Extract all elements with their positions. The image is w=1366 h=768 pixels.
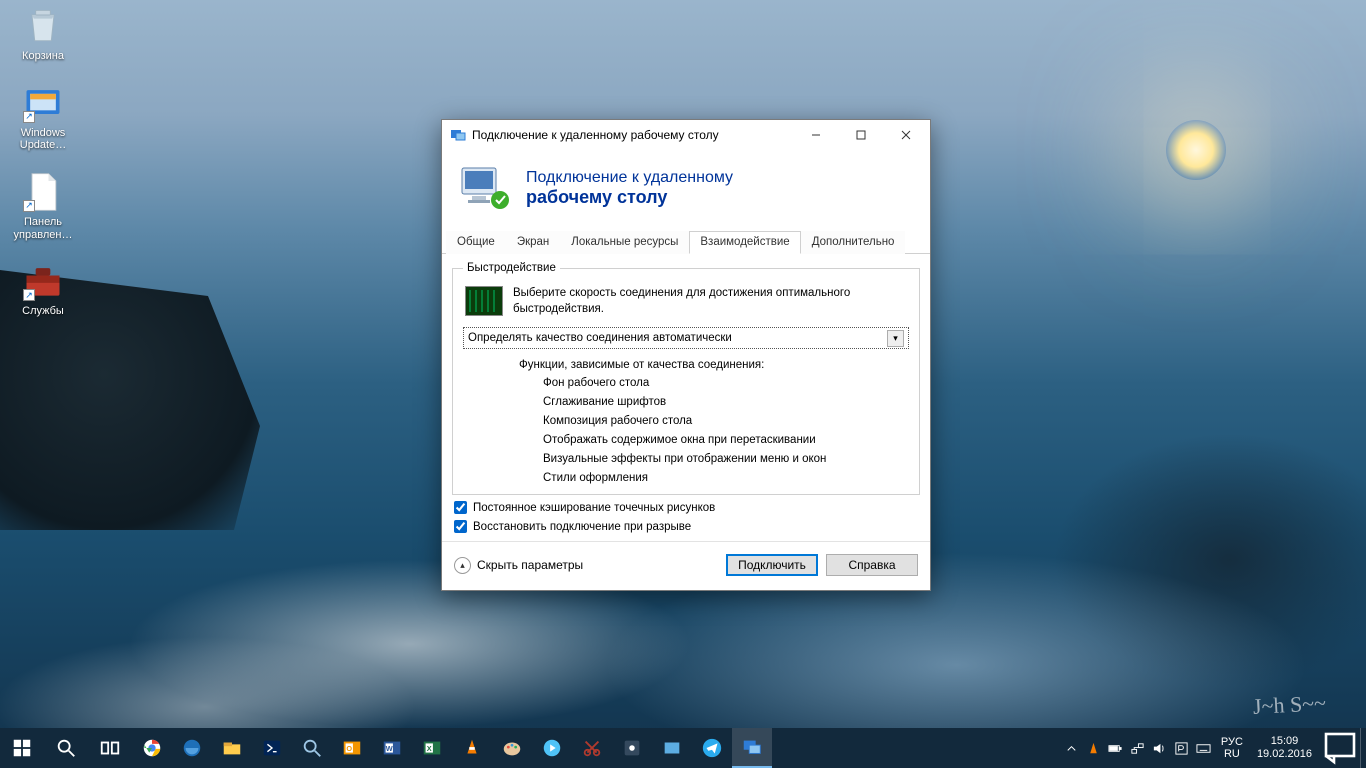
taskbar-app-word[interactable]: W	[372, 728, 412, 768]
taskbar-app-vlc[interactable]	[452, 728, 492, 768]
desktop-icon-control-panel[interactable]: ↗ Панель управлен…	[4, 170, 82, 241]
lang-top: РУС	[1221, 736, 1243, 748]
tab-content: Быстродействие Выберите скорость соедине…	[442, 254, 930, 541]
show-desktop-button[interactable]	[1360, 728, 1366, 768]
taskbar: O W X РУС RU 15:09 19.02.2016	[0, 728, 1366, 768]
tab-general[interactable]: Общие	[446, 231, 506, 254]
checkbox-input[interactable]	[454, 520, 467, 533]
help-button[interactable]: Справка	[826, 554, 918, 576]
taskbar-app-snipping[interactable]	[572, 728, 612, 768]
performance-group: Быстродействие Выберите скорость соедине…	[452, 262, 920, 495]
close-button[interactable]	[883, 121, 928, 150]
function-item: Визуальные эффекты при отображении меню …	[543, 453, 909, 465]
checkbox-reconnect[interactable]: Восстановить подключение при разрыве	[452, 520, 920, 533]
tab-display[interactable]: Экран	[506, 231, 560, 254]
svg-text:X: X	[427, 744, 432, 753]
taskbar-app-outlook[interactable]: O	[332, 728, 372, 768]
start-button[interactable]	[0, 728, 44, 768]
svg-text:W: W	[386, 744, 393, 753]
function-item: Отображать содержимое окна при перетаски…	[543, 434, 909, 446]
taskbar-app-chrome[interactable]	[132, 728, 172, 768]
group-legend: Быстродействие	[463, 262, 560, 274]
desktop-icon-windows-update[interactable]: ↗ Windows Update…	[4, 81, 82, 152]
taskbar-app-settings[interactable]	[612, 728, 652, 768]
header-line2: рабочему столу	[526, 187, 733, 208]
svg-text:O: O	[346, 744, 352, 753]
desktop-icon-services[interactable]: ↗ Службы	[4, 259, 82, 318]
action-center-button[interactable]	[1320, 728, 1360, 768]
chevron-up-icon: ▴	[454, 557, 471, 574]
rdp-dialog: Подключение к удаленному рабочему столу …	[441, 119, 931, 591]
window-title: Подключение к удаленному рабочему столу	[472, 128, 793, 142]
titlebar[interactable]: Подключение к удаленному рабочему столу	[442, 120, 930, 150]
checkbox-label: Восстановить подключение при разрыве	[473, 521, 691, 533]
tray-inputmethod-icon[interactable]	[1171, 728, 1193, 768]
combo-value: Определять качество соединения автоматич…	[468, 332, 732, 344]
desktop-icon-label: Корзина	[22, 50, 64, 63]
header-line1: Подключение к удаленному	[526, 169, 733, 187]
checkbox-label: Постоянное кэширование точечных рисунков	[473, 502, 715, 514]
desktop-icon-label: Службы	[22, 305, 64, 318]
taskbar-app-ie[interactable]	[172, 728, 212, 768]
performance-text: Выберите скорость соединения для достиже…	[513, 286, 907, 317]
tray-volume-icon[interactable]	[1149, 728, 1171, 768]
function-item: Фон рабочего стола	[543, 377, 909, 389]
desktop-icons: Корзина ↗ Windows Update… ↗ Панель управ…	[4, 4, 82, 318]
recycle-bin-icon	[21, 4, 65, 48]
clock[interactable]: 15:09 19.02.2016	[1249, 735, 1320, 760]
taskbar-app-paint[interactable]	[492, 728, 532, 768]
search-button[interactable]	[44, 728, 88, 768]
minimize-button[interactable]	[793, 121, 838, 150]
clock-time: 15:09	[1271, 735, 1299, 748]
taskbar-app-telegram[interactable]	[692, 728, 732, 768]
functions-list: Фон рабочего стола Сглаживание шрифтов К…	[543, 377, 909, 484]
desktop-icon-recycle-bin[interactable]: Корзина	[4, 4, 82, 63]
lang-bottom: RU	[1224, 748, 1240, 760]
taskbar-app-magnifier[interactable]	[292, 728, 332, 768]
taskbar-app-excel[interactable]: X	[412, 728, 452, 768]
desktop-icon-label: Панель управлен…	[5, 216, 81, 241]
connect-button[interactable]: Подключить	[726, 554, 818, 576]
taskbar-app-media[interactable]	[532, 728, 572, 768]
chevron-down-icon: ▾	[887, 330, 904, 347]
tab-advanced[interactable]: Дополнительно	[801, 231, 906, 254]
clock-date: 19.02.2016	[1257, 748, 1312, 761]
tray-keyboard-icon[interactable]	[1193, 728, 1215, 768]
rdp-header-icon	[458, 160, 514, 216]
tray-vlc-icon[interactable]	[1083, 728, 1105, 768]
taskbar-app-explorer[interactable]	[212, 728, 252, 768]
hide-options-toggle[interactable]: ▴ Скрыть параметры	[454, 557, 583, 574]
document-icon: ↗	[21, 170, 65, 214]
tray-battery-icon[interactable]	[1105, 728, 1127, 768]
taskbar-app-rdp[interactable]	[732, 728, 772, 768]
rdp-title-icon	[450, 127, 466, 143]
dialog-bottom-bar: ▴ Скрыть параметры Подключить Справка	[442, 541, 930, 590]
functions-caption: Функции, зависимые от качества соединени…	[519, 359, 909, 371]
taskbar-app-powershell[interactable]	[252, 728, 292, 768]
toolbox-icon: ↗	[21, 259, 65, 303]
hide-options-label: Скрыть параметры	[477, 558, 583, 572]
windows-update-icon: ↗	[21, 81, 65, 125]
maximize-button[interactable]	[838, 121, 883, 150]
tray-overflow-button[interactable]	[1061, 728, 1083, 768]
language-indicator[interactable]: РУС RU	[1215, 736, 1249, 760]
checkbox-input[interactable]	[454, 501, 467, 514]
dialog-header: Подключение к удаленному рабочему столу	[442, 150, 930, 230]
checkbox-bitmap-caching[interactable]: Постоянное кэширование точечных рисунков	[452, 501, 920, 514]
tray-network-icon[interactable]	[1127, 728, 1149, 768]
task-view-button[interactable]	[88, 728, 132, 768]
function-item: Сглаживание шрифтов	[543, 396, 909, 408]
performance-icon	[465, 286, 503, 316]
taskbar-app-generic1[interactable]	[652, 728, 692, 768]
tab-experience[interactable]: Взаимодействие	[689, 231, 800, 254]
tab-local-resources[interactable]: Локальные ресурсы	[560, 231, 689, 254]
tab-strip: Общие Экран Локальные ресурсы Взаимодейс…	[442, 230, 930, 254]
desktop-icon-label: Windows Update…	[5, 127, 81, 152]
function-item: Стили оформления	[543, 472, 909, 484]
connection-speed-combo[interactable]: Определять качество соединения автоматич…	[463, 327, 909, 349]
function-item: Композиция рабочего стола	[543, 415, 909, 427]
